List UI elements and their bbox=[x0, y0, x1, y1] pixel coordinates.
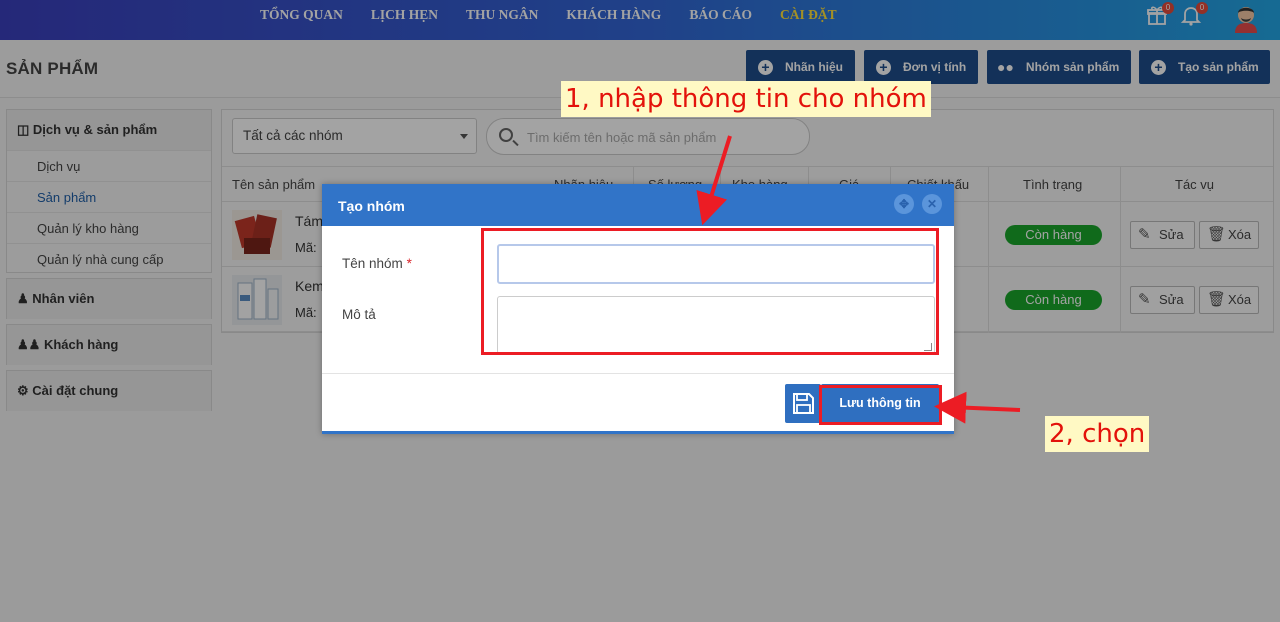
arrow-to-save bbox=[934, 391, 1021, 424]
arrow-to-form bbox=[696, 135, 732, 226]
annotation-arrows bbox=[696, 135, 1021, 424]
